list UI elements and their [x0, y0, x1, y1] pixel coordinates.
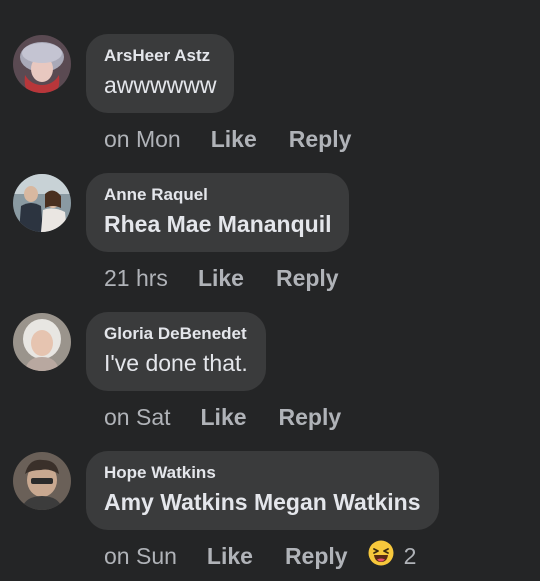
- avatar[interactable]: [13, 174, 71, 232]
- comment-timestamp[interactable]: on Sat: [104, 404, 171, 431]
- comment-actions: on Sun Like Reply 2: [104, 540, 417, 572]
- reply-button[interactable]: Reply: [279, 404, 342, 431]
- reply-button[interactable]: Reply: [285, 543, 348, 570]
- comment-text[interactable]: Rhea Mae Mananquil: [104, 209, 331, 239]
- avatar[interactable]: [13, 452, 71, 510]
- comment-timestamp[interactable]: on Sun: [104, 543, 177, 570]
- avatar[interactable]: [13, 35, 71, 93]
- comment-timestamp[interactable]: 21 hrs: [104, 265, 168, 292]
- comment-bubble: Anne Raquel Rhea Mae Mananquil: [86, 173, 350, 252]
- comment-bubble: Gloria DeBenedet I've done that.: [86, 312, 266, 391]
- comment-text: I've done that.: [104, 350, 248, 376]
- comment-bubble: Hope Watkins Amy Watkins Megan Watkins: [86, 451, 439, 530]
- comment-text: awwwwww: [104, 72, 217, 98]
- comment-bubble: ArsHeer Astz awwwwww: [86, 34, 235, 113]
- comment-text[interactable]: Amy Watkins Megan Watkins: [104, 487, 421, 517]
- comment-author[interactable]: Anne Raquel: [104, 185, 331, 205]
- comment-author[interactable]: Gloria DeBenedet: [104, 324, 248, 344]
- like-button[interactable]: Like: [198, 265, 244, 292]
- reaction-summary[interactable]: 2: [368, 540, 417, 572]
- like-button[interactable]: Like: [201, 404, 247, 431]
- like-button[interactable]: Like: [211, 126, 257, 153]
- comment-actions: on Mon Like Reply: [104, 124, 351, 154]
- comment-author[interactable]: ArsHeer Astz: [104, 46, 216, 66]
- comment-timestamp[interactable]: on Mon: [104, 126, 181, 153]
- comment-actions: 21 hrs Like Reply: [104, 263, 339, 293]
- reaction-count: 2: [403, 542, 417, 569]
- comment-author[interactable]: Hope Watkins: [104, 463, 421, 483]
- reply-button[interactable]: Reply: [276, 265, 339, 292]
- comment-actions: on Sat Like Reply: [104, 402, 341, 432]
- like-button[interactable]: Like: [207, 543, 253, 570]
- haha-emoji-icon: [368, 540, 394, 572]
- reply-button[interactable]: Reply: [289, 126, 352, 153]
- avatar[interactable]: [13, 313, 71, 371]
